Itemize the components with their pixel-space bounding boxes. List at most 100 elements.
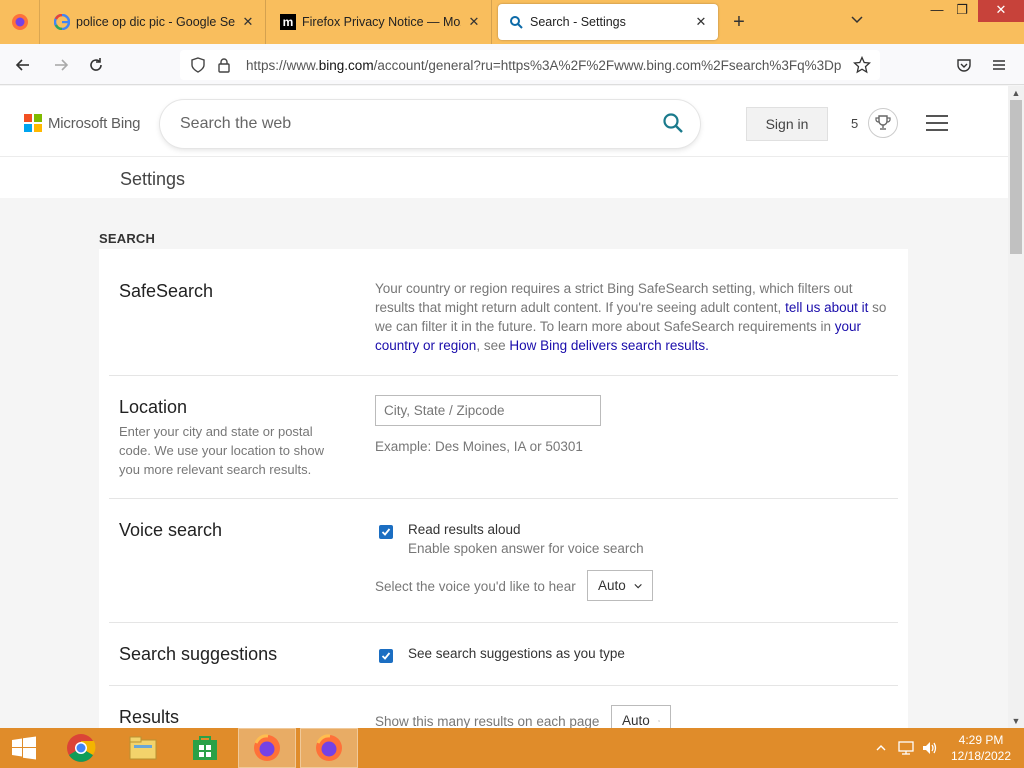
reload-button[interactable] (83, 52, 109, 78)
settings-header: Settings (0, 156, 1008, 198)
page-title: Settings (120, 169, 186, 189)
page-scrollbar[interactable]: ▲ ▼ (1008, 86, 1024, 728)
taskbar-file-explorer[interactable] (114, 728, 172, 768)
forward-arrow-icon (55, 59, 69, 71)
hamburger-menu-icon (993, 60, 1005, 70)
store-icon (193, 736, 217, 760)
network-icon (898, 741, 914, 755)
voice-search-sublabel: Enable spoken answer for voice search (408, 541, 644, 556)
speaker-icon (923, 742, 937, 754)
results-select-value: Auto (622, 713, 650, 728)
voice-search-title: Voice search (119, 520, 223, 540)
close-tab-icon[interactable]: ✕ (467, 14, 481, 30)
read-results-aloud-checkbox[interactable] (379, 525, 393, 539)
microsoft-logo-icon (24, 114, 42, 132)
pocket-button[interactable] (951, 52, 977, 78)
url-path: /account/general?ru=https%3A%2F%2Fwww.bi… (373, 57, 842, 73)
read-results-aloud-label[interactable]: Read results aloud (408, 522, 521, 537)
location-example: Example: Des Moines, IA or 50301 (375, 439, 583, 454)
voice-search-row: Voice search Read results aloud Enable s… (109, 499, 898, 623)
windows-taskbar: 4:29 PM 12/18/2022 (0, 728, 1024, 768)
close-tab-icon[interactable]: ✕ (694, 14, 708, 30)
search-suggestions-label[interactable]: See search suggestions as you type (408, 646, 625, 661)
network-tray-icon[interactable] (897, 728, 915, 768)
bing-menu-icon[interactable] (926, 115, 948, 131)
voice-select[interactable]: Auto (587, 570, 653, 601)
results-row: Results Show this many results on each p… (109, 686, 898, 728)
tab-title: Firefox Privacy Notice — Mozilla (302, 15, 461, 29)
tell-us-link[interactable]: tell us about it (785, 300, 868, 315)
start-button[interactable] (0, 728, 48, 768)
sign-in-button[interactable]: Sign in (746, 107, 828, 141)
tracking-protection-shield-icon[interactable] (186, 53, 210, 77)
bing-logo[interactable]: Microsoft Bing (24, 114, 140, 132)
tab-title: Search - Settings (530, 15, 626, 29)
logo-text: Microsoft Bing (48, 114, 141, 132)
scroll-down-arrow-icon[interactable]: ▼ (1008, 714, 1024, 728)
rewards-trophy-icon[interactable] (868, 108, 898, 138)
url-prefix: https://www. (246, 57, 319, 73)
back-arrow-icon (15, 59, 29, 71)
scroll-up-arrow-icon[interactable]: ▲ (1008, 86, 1024, 100)
back-button[interactable] (10, 52, 36, 78)
windows-logo-icon (12, 736, 36, 760)
results-title: Results (119, 707, 180, 727)
results-count-select[interactable]: Auto (611, 705, 671, 728)
clock-time: 4:29 PM (958, 733, 1004, 747)
location-description: Enter your city and state or postal code… (119, 424, 324, 477)
clock-date: 12/18/2022 (950, 749, 1012, 763)
volume-tray-icon[interactable] (921, 728, 939, 768)
bing-header: Microsoft Bing Sign in 5 (0, 86, 1008, 156)
tab-search-settings[interactable]: Search - Settings ✕ (498, 4, 718, 40)
checkmark-icon (381, 652, 391, 660)
tab-strip: police op dic pic - Google Searc ✕ m Fir… (0, 0, 1024, 44)
show-hidden-icons-button[interactable] (876, 728, 886, 768)
list-all-tabs-button[interactable] (846, 12, 868, 34)
taskbar-firefox-2[interactable] (300, 728, 358, 768)
search-input[interactable] (180, 112, 640, 136)
close-tab-icon[interactable]: ✕ (241, 14, 255, 30)
url-text[interactable]: https://www.bing.com/account/general?ru=… (246, 58, 846, 73)
search-suggestions-checkbox[interactable] (379, 649, 393, 663)
safesearch-text: , see (476, 338, 510, 353)
results-count-label: Show this many results on each page (375, 714, 600, 728)
bookmark-star-icon[interactable] (850, 53, 874, 77)
rewards-points[interactable]: 5 (851, 116, 858, 131)
address-bar[interactable]: https://www.bing.com/account/general?ru=… (180, 50, 880, 80)
safesearch-description: Your country or region requires a strict… (375, 279, 895, 355)
restore-button[interactable]: ❐ (945, 0, 979, 22)
forward-button[interactable] (48, 52, 74, 78)
search-icon[interactable] (662, 112, 686, 136)
app-menu-button[interactable] (986, 52, 1012, 78)
google-icon (54, 14, 70, 30)
search-suggestions-title: Search suggestions (119, 644, 278, 664)
location-row: Location Enter your city and state or po… (109, 376, 898, 499)
firefox-icon (11, 14, 28, 30)
chevron-up-icon (876, 745, 886, 751)
safesearch-text: Your country or region requires a strict… (375, 281, 853, 315)
taskbar-firefox-1[interactable] (238, 728, 296, 768)
safesearch-title: SafeSearch (119, 281, 214, 301)
new-tab-button[interactable]: + (726, 10, 752, 34)
location-input[interactable] (375, 395, 601, 426)
chevron-down-icon (851, 16, 863, 24)
bing-search-icon (508, 14, 524, 30)
checkmark-icon (381, 528, 391, 536)
scrollbar-thumb[interactable] (1010, 100, 1022, 254)
taskbar-clock[interactable]: 4:29 PM 12/18/2022 (946, 732, 1016, 764)
tab-google-search[interactable]: police op dic pic - Google Searc ✕ (44, 0, 266, 44)
chevron-down-icon (634, 583, 642, 588)
taskbar-chrome[interactable] (52, 728, 110, 768)
page-viewport: Microsoft Bing Sign in 5 Settings SEARCH… (0, 86, 1008, 728)
lock-icon[interactable] (212, 53, 236, 77)
reload-icon (90, 58, 102, 71)
settings-card: SafeSearch Your country or region requir… (99, 249, 908, 728)
url-host: bing.com (318, 57, 374, 73)
section-heading: SEARCH (99, 231, 156, 246)
close-window-button[interactable]: ✕ (978, 0, 1024, 22)
taskbar-store[interactable] (176, 728, 234, 768)
firefox-view-button[interactable] (0, 0, 40, 44)
safesearch-row: SafeSearch Your country or region requir… (109, 249, 898, 376)
how-bing-delivers-link[interactable]: How Bing delivers search results. (509, 338, 709, 353)
tab-firefox-privacy[interactable]: m Firefox Privacy Notice — Mozilla ✕ (270, 0, 492, 44)
